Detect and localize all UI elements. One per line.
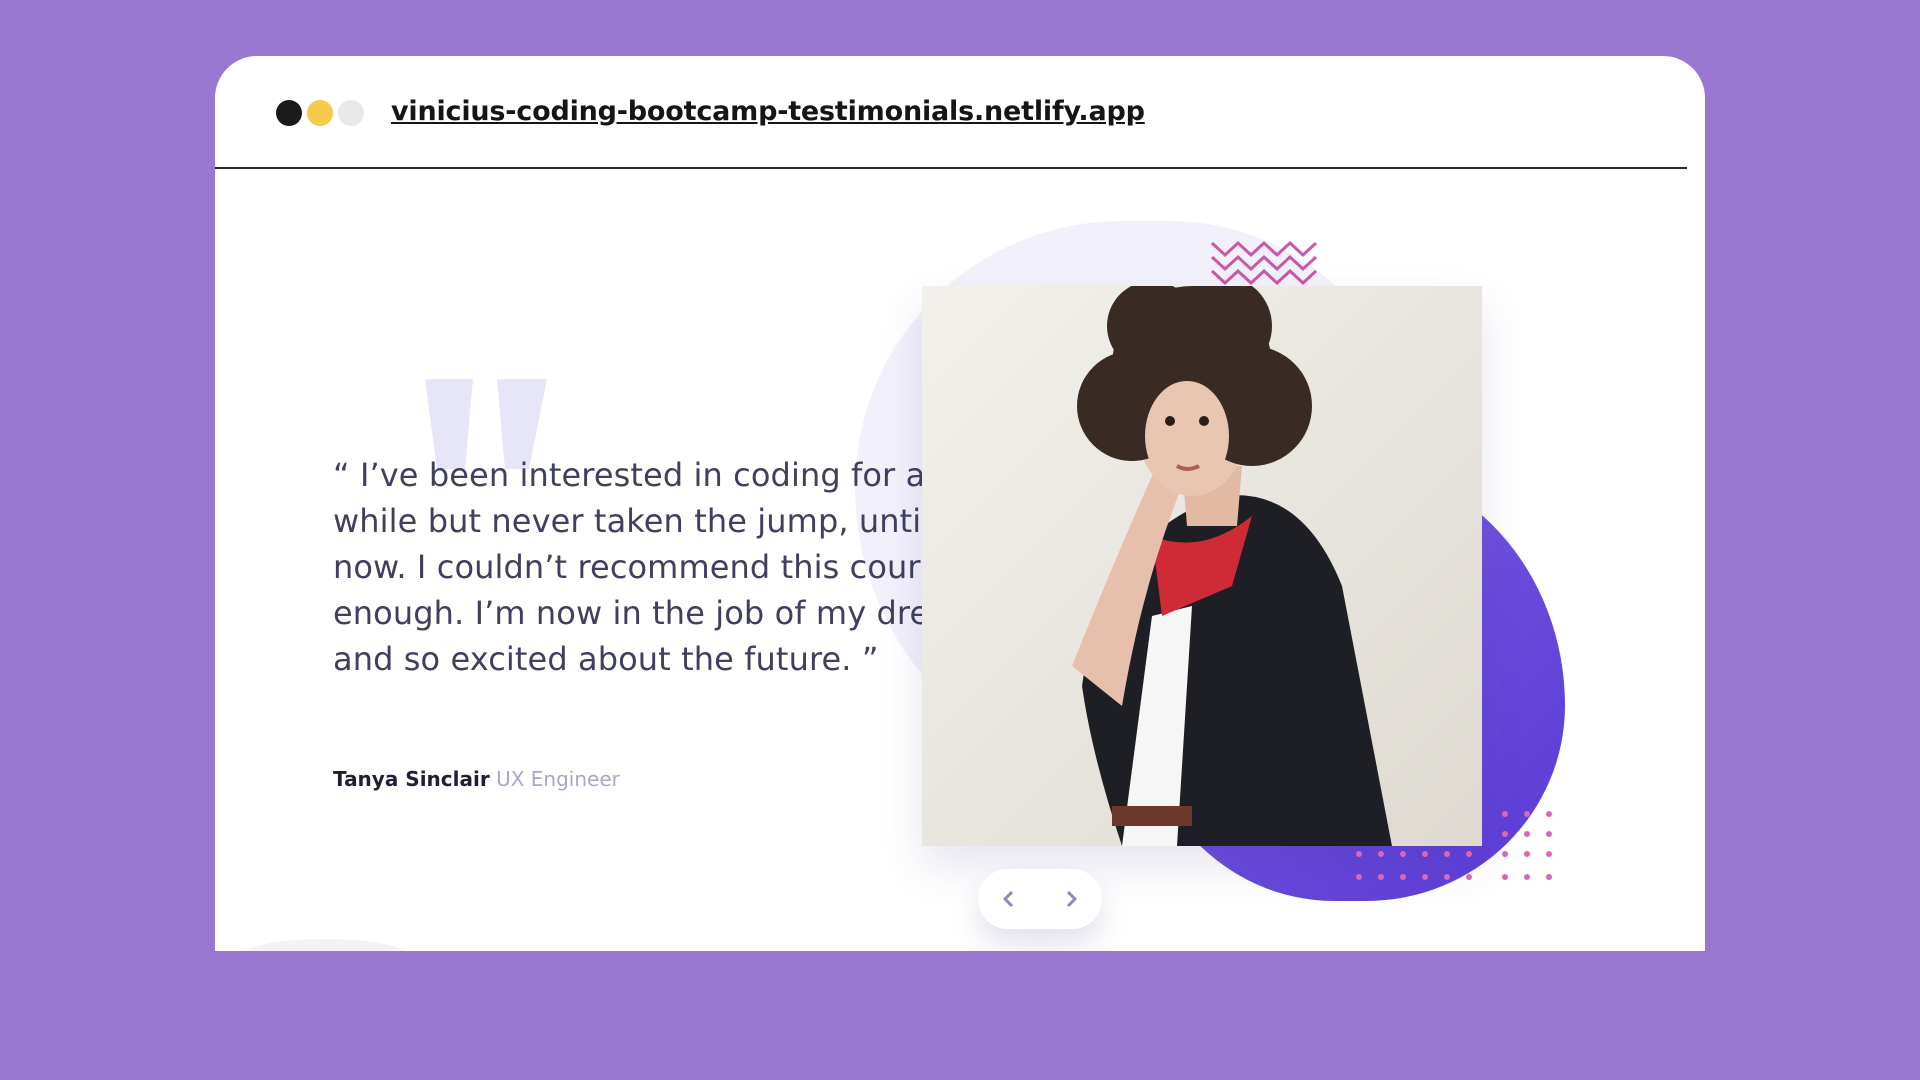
testimonial-quote: “ I’ve been interested in coding for a w… xyxy=(333,456,998,678)
portrait-illustration xyxy=(922,286,1482,846)
dot-grid-pattern xyxy=(1356,811,1552,880)
author-role: UX Engineer xyxy=(496,767,620,791)
window-controls xyxy=(276,100,364,126)
next-button[interactable] xyxy=(1051,879,1091,919)
minimize-dot[interactable] xyxy=(307,100,333,126)
chevron-right-icon xyxy=(1066,890,1078,908)
author-name: Tanya Sinclair xyxy=(333,767,490,791)
browser-titlebar: vinicius-coding-bootcamp-testimonials.ne… xyxy=(215,56,1687,169)
maximize-dot[interactable] xyxy=(338,100,364,126)
slider-controls xyxy=(978,869,1102,929)
zigzag-pattern-icon xyxy=(1210,240,1318,285)
decorative-curve xyxy=(245,939,405,951)
testimonial-section: “ I’ve been interested in coding for a w… xyxy=(215,169,1705,951)
testimonial-author: Tanya Sinclair UX Engineer xyxy=(333,767,620,791)
browser-window: vinicius-coding-bootcamp-testimonials.ne… xyxy=(215,56,1705,951)
close-dot[interactable] xyxy=(276,100,302,126)
url-link[interactable]: vinicius-coding-bootcamp-testimonials.ne… xyxy=(391,96,1145,127)
previous-button[interactable] xyxy=(989,879,1029,919)
chevron-left-icon xyxy=(1002,890,1014,908)
profile-photo xyxy=(922,286,1482,846)
